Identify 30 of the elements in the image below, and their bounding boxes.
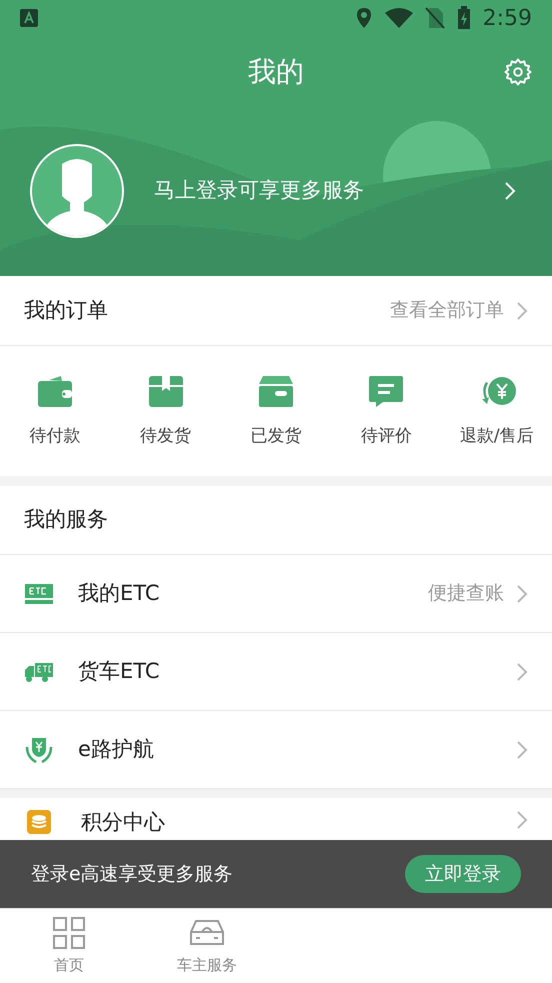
order-status-button[interactable]: 退款/售后	[442, 372, 552, 450]
order-status-button[interactable]: 已发货	[220, 372, 332, 450]
order-status-button[interactable]: 待付款	[0, 372, 110, 450]
chevron-right-icon	[516, 810, 528, 830]
section-title: 我的订单	[24, 296, 108, 324]
login-prompt: 马上登录可享更多服务	[154, 177, 365, 204]
location-icon	[354, 7, 373, 29]
service-list-item[interactable]: 我的ETC 便捷查账	[0, 555, 552, 633]
tab-bar-item[interactable]: 车主服务	[138, 909, 276, 983]
no-sim-icon	[424, 7, 445, 29]
keyboard-app-icon	[20, 9, 38, 27]
wifi-icon	[384, 8, 413, 28]
service-list-item[interactable]: 货车ETC	[0, 633, 552, 711]
chevron-right-icon	[516, 740, 528, 760]
login-row[interactable]: 马上登录可享更多服务	[0, 144, 552, 238]
page-title: 我的	[248, 54, 304, 90]
grid-icon	[52, 916, 86, 950]
battery-charging-icon	[456, 6, 471, 30]
chevron-right-icon	[504, 181, 516, 201]
order-status-button[interactable]: 待发货	[110, 372, 221, 450]
service-list-item[interactable]: e路护航	[0, 711, 552, 789]
tab-bar-item[interactable]: 首页	[0, 909, 138, 983]
clock-time: 2:59	[482, 4, 532, 32]
coins-icon	[27, 810, 51, 834]
order-status-button[interactable]: 待评价	[331, 372, 442, 450]
chevron-right-icon	[516, 300, 528, 320]
chevron-right-icon	[516, 662, 528, 682]
section-title: 我的服务	[24, 506, 108, 534]
chevron-right-icon	[516, 584, 528, 604]
settings-button[interactable]	[502, 56, 534, 88]
